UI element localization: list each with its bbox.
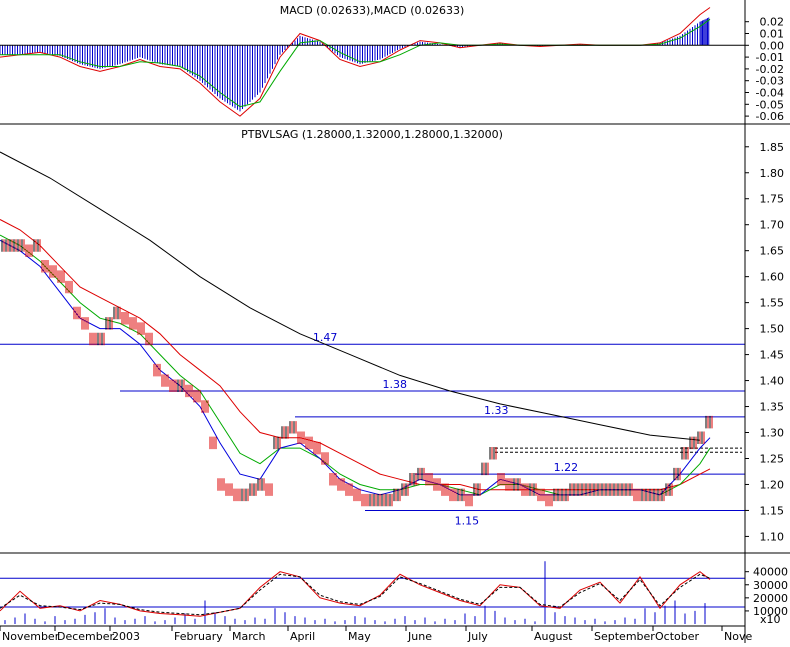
volume-panel bbox=[0, 561, 745, 624]
x-tick-label: Nove bbox=[724, 630, 752, 643]
moving-average-1 bbox=[0, 219, 711, 491]
price-tick-label: 1.50 bbox=[760, 323, 785, 336]
moving-average-0 bbox=[0, 151, 701, 441]
price-tick-label: 1.70 bbox=[760, 219, 785, 232]
price-tick-label: 1.65 bbox=[760, 245, 785, 258]
volume-tick-label: 30000 bbox=[753, 579, 788, 592]
price-tick-label: 1.80 bbox=[760, 167, 785, 180]
chart-canvas: 1.47 1.38 1.33 1.22 1.15 0.020.010.00-0.01-0… bbox=[0, 0, 790, 643]
volume-tick-label: 40000 bbox=[753, 566, 788, 579]
price-tick-label: 1.55 bbox=[760, 297, 785, 310]
level-label: 1.33 bbox=[484, 404, 509, 417]
x-tick-label: June bbox=[407, 630, 432, 643]
price-tick-label: 1.10 bbox=[760, 530, 785, 543]
x-tick-label: December bbox=[57, 630, 115, 643]
price-tick-label: 1.15 bbox=[760, 504, 785, 517]
price-tick-label: 1.85 bbox=[760, 141, 785, 154]
x-tick-label: August bbox=[534, 630, 573, 643]
moving-average-3 bbox=[0, 239, 711, 496]
price-tick-label: 1.25 bbox=[760, 452, 785, 465]
price-tick-label: 1.20 bbox=[760, 478, 785, 491]
axes: 0.020.010.00-0.01-0.02-0.03-0.04-0.05-0.… bbox=[0, 0, 790, 643]
x-tick-label: May bbox=[348, 630, 371, 643]
stock-chart: 1.47 1.38 1.33 1.22 1.15 0.02 0.01 0.00 -0.01 -0… bbox=[0, 0, 790, 643]
macd-tick-label: -0.06 bbox=[756, 110, 784, 123]
volume-signal bbox=[0, 573, 711, 616]
macd-panel bbox=[0, 7, 745, 117]
volume-tick-label: 20000 bbox=[753, 592, 788, 605]
x-tick-label: 2003 bbox=[112, 630, 140, 643]
price-tick-label: 1.60 bbox=[760, 271, 785, 284]
price-tick-label: 1.45 bbox=[760, 349, 785, 362]
x-tick-label: February bbox=[174, 630, 223, 643]
level-label: 1.22 bbox=[554, 461, 579, 474]
level-label: 1.47 bbox=[313, 331, 338, 344]
price-tick-label: 1.75 bbox=[760, 193, 785, 206]
x-tick-label: November bbox=[2, 630, 60, 643]
x-tick-label: September bbox=[594, 630, 655, 643]
x-tick-label: October bbox=[655, 630, 699, 643]
price-tick-label: 1.40 bbox=[760, 375, 785, 388]
level-label: 1.38 bbox=[383, 378, 408, 391]
x-tick-label: July bbox=[467, 630, 488, 643]
volume-multiplier-label: x10 bbox=[760, 613, 781, 626]
macd-line-1 bbox=[0, 18, 711, 108]
price-tick-label: 1.35 bbox=[760, 401, 785, 414]
price-tick-label: 1.30 bbox=[760, 427, 785, 440]
level-label: 1.15 bbox=[455, 514, 480, 527]
moving-average-2 bbox=[0, 234, 711, 496]
macd-title: MACD (0.02633),MACD (0.02633) bbox=[280, 4, 465, 17]
x-tick-label: March bbox=[232, 630, 266, 643]
x-tick-label: April bbox=[290, 630, 315, 643]
price-panel: 1.47 1.38 1.33 1.22 1.15 bbox=[0, 151, 745, 527]
price-title: PTBVLSAG (1.28000,1.32000,1.28000,1.3200… bbox=[241, 128, 503, 141]
